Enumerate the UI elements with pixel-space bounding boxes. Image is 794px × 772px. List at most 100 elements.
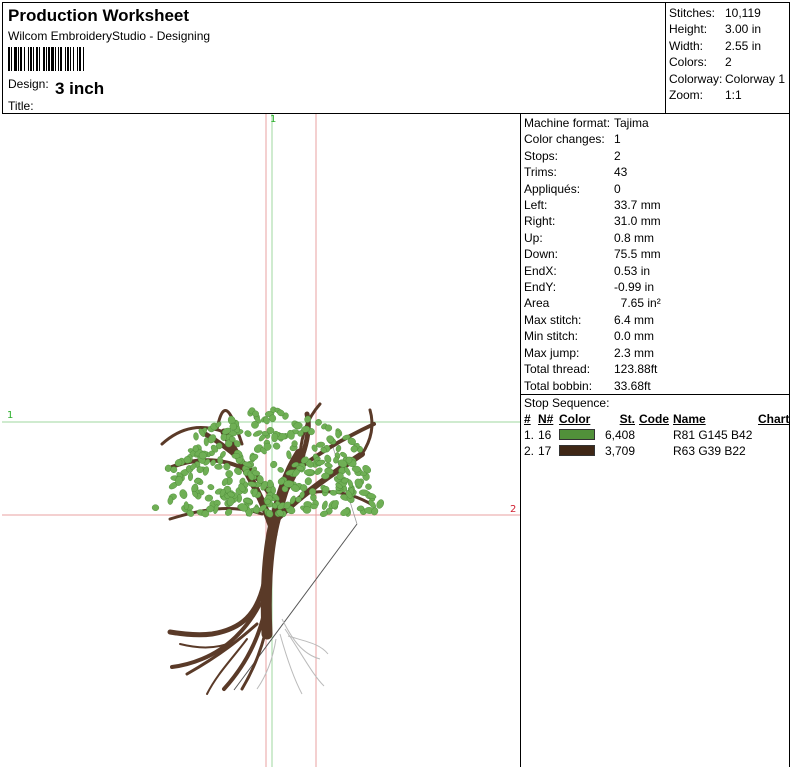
- row-stitches: 6,408: [604, 427, 635, 442]
- stat-row: Width: 2.55 in: [666, 38, 789, 54]
- leaf: [214, 463, 223, 470]
- machine-stat-value: 2.3 mm: [614, 345, 655, 360]
- machine-stat-row: EndY: -0.99 in: [521, 279, 789, 295]
- machine-stat-label: Color changes:: [524, 132, 605, 147]
- leaf: [302, 506, 312, 514]
- tree-canopy: [151, 406, 384, 518]
- leaf: [324, 462, 333, 469]
- row-chart: [758, 427, 788, 443]
- machine-stat-row: Trims: 43: [521, 164, 789, 180]
- machine-stat-row: Area 7.65 in²: [521, 295, 789, 311]
- machine-stat-value: 0.0 mm: [614, 329, 655, 344]
- machine-stat-label: EndY:: [524, 280, 557, 295]
- machine-stat-row: Min stitch: 0.0 mm: [521, 328, 789, 344]
- row-name: R81 G145 B42: [673, 427, 753, 442]
- machine-stat-label: Trims:: [524, 165, 557, 180]
- leaf: [270, 460, 278, 469]
- leaf: [193, 432, 199, 441]
- machine-stat-row: Stops: 2: [521, 148, 789, 164]
- machine-stat-row: Down: 75.5 mm: [521, 246, 789, 262]
- leaf: [203, 437, 209, 447]
- col-chart: Chart: [758, 411, 790, 426]
- row-code: [635, 443, 673, 459]
- machine-stat-value: 0.8 mm: [614, 230, 655, 245]
- stat-value: 2.55 in: [725, 38, 762, 53]
- col-name: Name: [673, 411, 706, 426]
- production-worksheet: Production Worksheet Wilcom EmbroiderySt…: [0, 0, 794, 767]
- leaf: [269, 414, 277, 423]
- row-stitches: 3,709: [604, 443, 635, 458]
- software-subtitle: Wilcom EmbroideryStudio - Designing: [8, 29, 211, 43]
- stat-label: Zoom:: [669, 88, 704, 103]
- machine-stat-value: 33.7 mm: [614, 198, 661, 213]
- stat-label: Colors:: [669, 55, 708, 70]
- machine-stat-value: Tajima: [614, 116, 649, 130]
- leaf: [283, 480, 294, 488]
- leaf: [271, 432, 279, 443]
- stat-value: 2: [725, 55, 732, 70]
- machine-stats: Machine format: Tajima Color changes: 1 Stop…: [521, 114, 789, 395]
- leaf: [225, 470, 233, 478]
- row-color: [559, 427, 599, 443]
- worksheet-header: Production Worksheet Wilcom EmbroiderySt…: [2, 2, 790, 114]
- machine-stat-value: 2: [614, 148, 621, 163]
- leaf: [151, 504, 160, 512]
- leaf: [167, 496, 174, 505]
- machine-stat-label: Up:: [524, 230, 543, 245]
- machine-stat-value: 33.68ft: [614, 378, 651, 393]
- stat-label: Stitches:: [669, 6, 716, 20]
- machine-stat-value: 123.88ft: [614, 362, 658, 377]
- stop-sequence-title: Stop Sequence:: [524, 395, 610, 410]
- leaf: [324, 424, 333, 432]
- tree-roots: [167, 581, 270, 695]
- stat-value: Colorway 1: [725, 71, 786, 86]
- stat-value: 3.00 in: [725, 22, 762, 37]
- leaf: [207, 484, 215, 491]
- stat-row: Stitches: 10,119: [666, 5, 789, 21]
- machine-stat-label: Total bobbin:: [524, 378, 593, 393]
- leaf: [303, 469, 315, 476]
- leaf: [365, 483, 372, 490]
- worksheet-title: Production Worksheet: [8, 6, 190, 25]
- leaf: [347, 479, 353, 488]
- machine-stat-label: Left:: [524, 198, 548, 213]
- machine-stat-row: Total bobbin: 33.68ft: [521, 378, 789, 394]
- machine-stat-label: Max stitch:: [524, 312, 582, 327]
- design-stats: Stitches: 10,119 Height: 3.00 in Width: 2.5…: [665, 3, 789, 113]
- machine-stat-value: -0.99 in: [614, 280, 655, 295]
- machine-stat-value: 6.4 mm: [614, 312, 655, 327]
- machine-stat-row: Appliqués: 0: [521, 181, 789, 197]
- row-code: [635, 427, 673, 443]
- machine-stat-label: EndX:: [524, 263, 557, 278]
- barcode: [8, 47, 84, 71]
- marker-right: 2: [510, 504, 517, 515]
- machine-stat-row: Color changes: 1: [521, 131, 789, 147]
- machine-stat-row: Max stitch: 6.4 mm: [521, 312, 789, 328]
- marker-top: 1: [270, 114, 277, 125]
- leaf: [360, 471, 367, 477]
- col-needle: N#: [538, 411, 554, 426]
- row-name: R63 G39 B22: [673, 443, 746, 458]
- stop-sequence-row: 1. 16 6,408 R81 G145 B42: [521, 427, 789, 443]
- machine-stat-label: Min stitch:: [524, 329, 579, 344]
- stat-value: 10,119: [725, 6, 761, 20]
- machine-stat-value: 7.65 in²: [614, 296, 661, 311]
- machine-stat-label: Down:: [524, 247, 559, 262]
- col-num: #: [524, 411, 531, 426]
- leaf: [286, 450, 292, 460]
- machine-stat-row: Total thread: 123.88ft: [521, 361, 789, 377]
- leaf: [304, 477, 312, 486]
- stat-label: Height:: [669, 22, 708, 37]
- machine-stat-row: Max jump: 2.3 mm: [521, 345, 789, 361]
- design-label: Design:: [8, 77, 49, 91]
- leaf: [310, 503, 318, 510]
- machine-info-panel: Machine format: Tajima Color changes: 1 Stop…: [520, 114, 790, 767]
- machine-stat-label: Max jump:: [524, 345, 580, 360]
- design-preview: 1 1 2: [2, 114, 520, 767]
- col-stitches: St.: [619, 411, 635, 426]
- title-label: Title:: [8, 99, 34, 113]
- machine-stat-value: 0.53 in: [614, 263, 651, 278]
- row-color: [559, 443, 599, 459]
- row-chart: [758, 443, 788, 459]
- machine-stat-value: 75.5 mm: [614, 247, 661, 262]
